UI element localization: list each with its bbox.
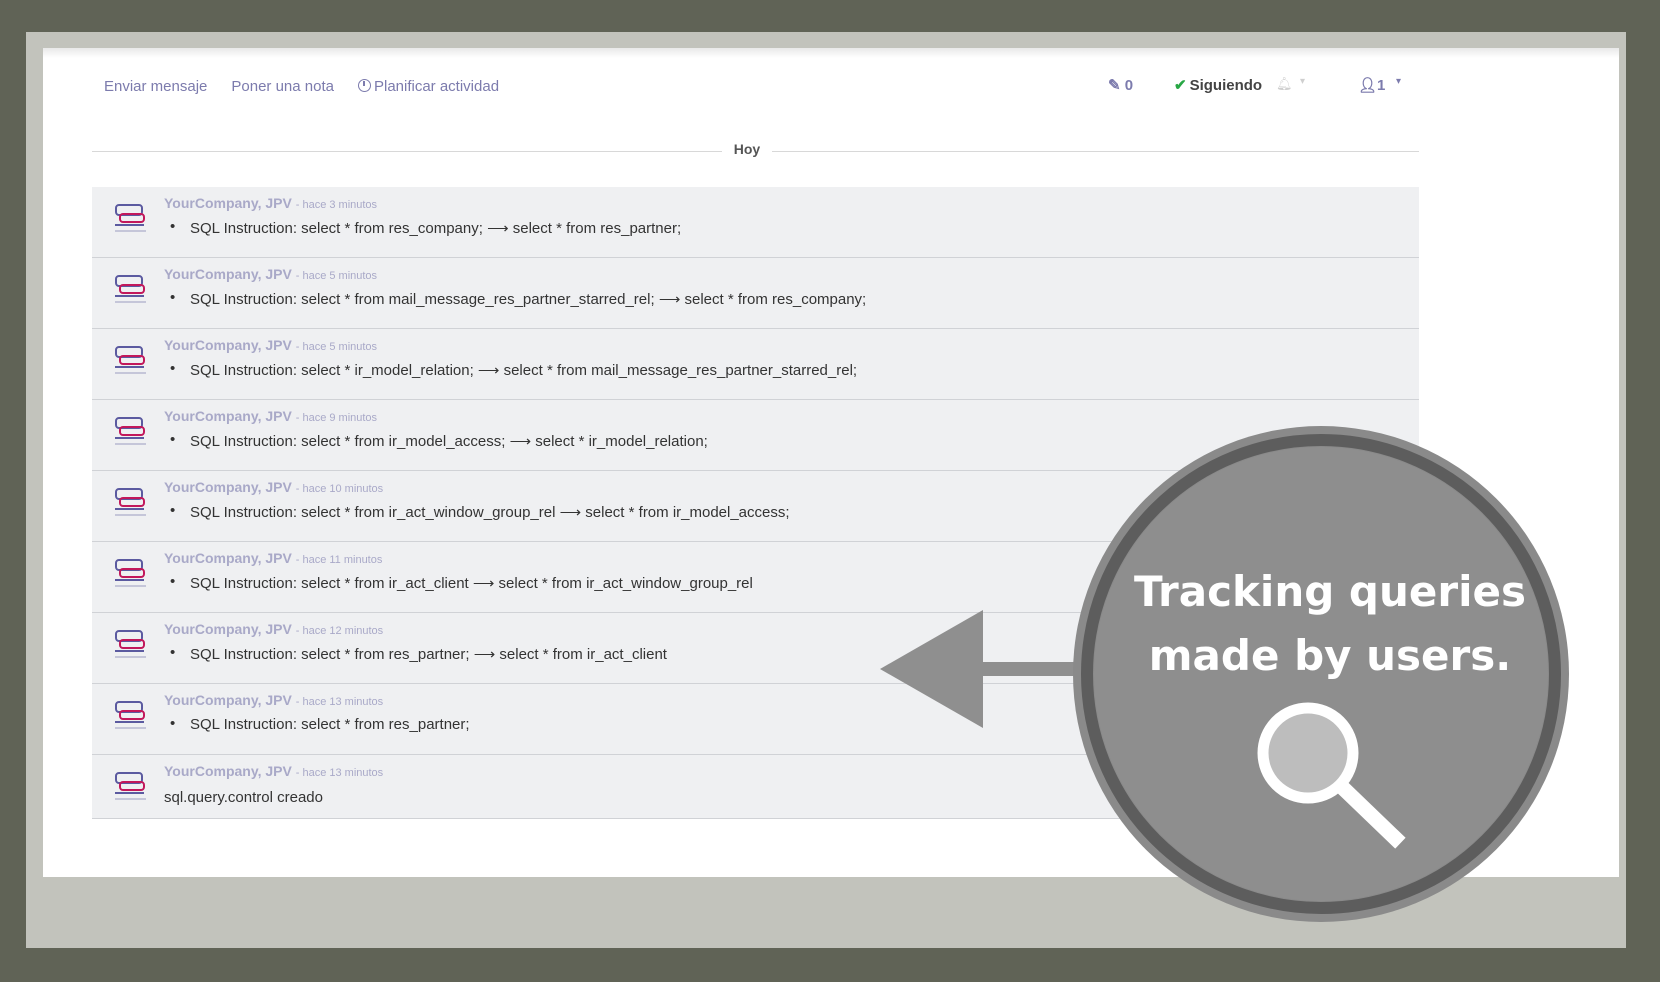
message-body: • SQL Instruction: select * from res_part… <box>170 644 667 663</box>
followers-button[interactable]: 👤︎1 <box>1358 76 1385 94</box>
message-header: YourCompany, JPV - hace 11 minutos <box>164 550 382 566</box>
message-header: YourCompany, JPV - hace 13 minutos <box>164 692 383 708</box>
message-header: YourCompany, JPV - hace 10 minutos <box>164 479 383 495</box>
author-name[interactable]: YourCompany, JPV <box>164 195 292 211</box>
author-name[interactable]: YourCompany, JPV <box>164 692 292 708</box>
message-header: YourCompany, JPV - hace 12 minutos <box>164 621 383 637</box>
message-body: • SQL Instruction: select * from ir_model… <box>170 431 708 450</box>
message-list: YourCompany, JPV - hace 3 minutos • SQL In… <box>92 187 1419 819</box>
tracking-value: SQL Instruction: select * from ir_model_… <box>190 433 708 450</box>
message-date: - hace 11 minutos <box>295 554 383 566</box>
author-name[interactable]: YourCompany, JPV <box>164 408 292 424</box>
author-name[interactable]: YourCompany, JPV <box>164 337 292 353</box>
avatar[interactable] <box>112 201 148 235</box>
message-date: - hace 12 minutos <box>295 625 384 637</box>
bullet-icon: • <box>170 431 176 448</box>
message-body: • SQL Instruction: select * from mail_mes… <box>170 289 867 308</box>
clock-icon <box>357 79 371 92</box>
message-body: • SQL Instruction: select * from ir_act_c… <box>170 573 753 592</box>
schedule-activity-label: Planificar actividad <box>373 78 500 95</box>
paperclip-icon: ✎ <box>1108 77 1121 94</box>
chatter-topbar-right: ✎ 0 ✔ Siguiendo 🔔︎ ▾ 👤︎1 ▾ <box>1100 76 1420 98</box>
tracking-value: SQL Instruction: select * from mail_mess… <box>190 291 867 308</box>
separator-label: Hoy <box>722 141 772 157</box>
avatar[interactable] <box>112 343 148 377</box>
message-date: - hace 5 minutos <box>295 341 378 353</box>
author-name[interactable]: YourCompany, JPV <box>164 479 292 495</box>
message-body: • SQL Instruction: select * from res_comp… <box>170 218 682 237</box>
check-icon: ✔ <box>1174 77 1187 94</box>
author-name[interactable]: YourCompany, JPV <box>164 763 292 779</box>
tracking-value: SQL Instruction: select * from ir_act_cl… <box>190 575 753 592</box>
bullet-icon: • <box>170 644 176 661</box>
send-message-button[interactable]: Enviar mensaje <box>104 78 207 98</box>
tracking-value: SQL Instruction: select * ir_model_relat… <box>190 362 858 379</box>
bullet-icon: • <box>170 573 176 590</box>
message-header: YourCompany, JPV - hace 5 minutos <box>164 266 377 282</box>
message-header: YourCompany, JPV - hace 13 minutos <box>164 763 383 779</box>
author-name[interactable]: YourCompany, JPV <box>164 550 292 566</box>
bell-icon[interactable]: 🔔︎ <box>1276 76 1293 92</box>
following-button[interactable]: ✔ Siguiendo <box>1174 76 1262 94</box>
message-item: YourCompany, JPV - hace 9 minutos • SQL In… <box>92 400 1419 471</box>
bullet-icon: • <box>170 715 176 732</box>
schedule-activity-button[interactable]: Planificar actividad <box>357 78 500 98</box>
tracking-value: SQL Instruction: select * from res_partn… <box>190 646 667 663</box>
bullet-icon: • <box>170 502 176 519</box>
bullet-icon: • <box>170 218 176 235</box>
message-date: - hace 13 minutos <box>295 696 384 708</box>
message-item: YourCompany, JPV - hace 5 minutos • SQL In… <box>92 329 1419 400</box>
log-note-button[interactable]: Poner una nota <box>231 78 334 98</box>
message-date: - hace 3 minutos <box>295 199 378 211</box>
attachments-button[interactable]: ✎ 0 <box>1108 76 1133 94</box>
tracking-value: SQL Instruction: select * from res_compa… <box>190 220 682 237</box>
sheet-top-shadow <box>43 48 1619 58</box>
chevron-down-icon[interactable]: ▾ <box>1300 76 1305 87</box>
message-header: YourCompany, JPV - hace 9 minutos <box>164 408 377 424</box>
following-label: Siguiendo <box>1189 77 1263 94</box>
followers-count: 1 <box>1377 77 1386 94</box>
message-item: YourCompany, JPV - hace 13 minutos sql.qu… <box>92 755 1419 819</box>
avatar[interactable] <box>112 556 148 590</box>
message-item: YourCompany, JPV - hace 5 minutos • SQL In… <box>92 258 1419 329</box>
avatar[interactable] <box>112 485 148 519</box>
message-header: YourCompany, JPV - hace 3 minutos <box>164 195 377 211</box>
message-body: • SQL Instruction: select * from ir_act_w… <box>170 502 790 521</box>
followers-dropdown-icon[interactable]: ▾ <box>1396 76 1401 87</box>
avatar[interactable] <box>112 272 148 306</box>
message-item: YourCompany, JPV - hace 10 minutos • SQL I… <box>92 471 1419 542</box>
message-item: YourCompany, JPV - hace 13 minutos • SQL I… <box>92 684 1419 755</box>
callout-line-1: Tracking queries <box>1134 567 1526 616</box>
tracking-value: SQL Instruction: select * from ir_act_wi… <box>190 504 790 521</box>
tracking-value: SQL Instruction: select * from res_partn… <box>190 716 470 733</box>
bullet-icon: • <box>170 360 176 377</box>
message-body: • SQL Instruction: select * ir_model_rela… <box>170 360 858 379</box>
message-body: sql.query.control creado <box>164 789 323 806</box>
message-date: - hace 5 minutos <box>295 270 378 282</box>
message-header: YourCompany, JPV - hace 5 minutos <box>164 337 377 353</box>
callout-text: Tracking queries made by users. <box>1110 560 1550 688</box>
chatter-topbar: Enviar mensaje Poner una nota Planificar… <box>104 78 499 98</box>
attachments-count: 0 <box>1124 77 1134 94</box>
message-date: - hace 9 minutos <box>295 412 378 424</box>
author-name[interactable]: YourCompany, JPV <box>164 266 292 282</box>
message-date: - hace 13 minutos <box>295 767 384 779</box>
callout-line-2: made by users. <box>1148 631 1512 680</box>
avatar[interactable] <box>112 698 148 732</box>
bullet-icon: • <box>170 289 176 306</box>
date-separator: Hoy <box>92 141 1419 163</box>
avatar[interactable] <box>112 769 148 803</box>
message-body: • SQL Instruction: select * from res_part… <box>170 715 470 733</box>
message-item: YourCompany, JPV - hace 3 minutos • SQL In… <box>92 187 1419 258</box>
message-date: - hace 10 minutos <box>295 483 384 495</box>
user-icon: 👤︎ <box>1358 77 1378 94</box>
avatar[interactable] <box>112 414 148 448</box>
author-name[interactable]: YourCompany, JPV <box>164 621 292 637</box>
avatar[interactable] <box>112 627 148 661</box>
